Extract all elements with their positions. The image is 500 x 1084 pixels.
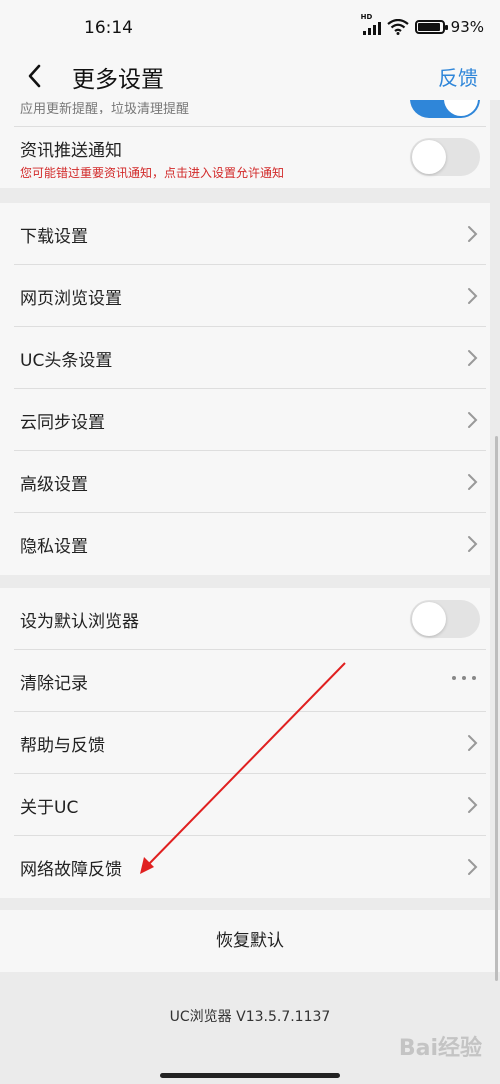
default-browser-row[interactable]: 设为默认浏览器 [14,588,486,650]
uc-headlines-settings-row[interactable]: UC头条设置 [14,327,486,389]
watermark: Bai经验 [398,1036,482,1061]
chevron-left-icon [28,64,41,88]
row-label: 网页浏览设置 [20,289,122,309]
privacy-settings-row[interactable]: 隐私设置 [14,513,486,575]
news-push-warning[interactable]: 您可能错过重要资讯通知，点击进入设置允许通知 [20,164,284,181]
chevron-right-icon [466,471,480,493]
more-dots-icon [452,676,476,680]
row-label: 高级设置 [20,475,88,495]
status-time: 16:14 [84,18,133,38]
chevron-right-icon [466,533,480,555]
download-settings-row[interactable]: 下载设置 [14,203,486,265]
update-reminder-subtext: 应用更新提醒，垃圾清理提醒 [20,102,190,114]
chevron-right-icon [466,732,480,754]
restore-default-button[interactable]: 恢复默认 [0,910,500,972]
chevron-right-icon [466,223,480,245]
row-label: 隐私设置 [20,537,88,557]
battery-percent: 93% [450,18,484,36]
back-button[interactable] [18,58,54,94]
row-label: UC头条设置 [20,351,113,371]
row-label: 清除记录 [20,674,88,694]
status-bar: 16:14 HD 93% [0,0,500,54]
page-title: 更多设置 [72,67,164,93]
update-reminder-toggle[interactable] [410,100,480,118]
chevron-right-icon [466,856,480,878]
help-feedback-row[interactable]: 帮助与反馈 [14,712,486,774]
settings-list[interactable]: 应用更新提醒，垃圾清理提醒 资讯推送通知 您可能错过重要资讯通知，点击进入设置允… [0,100,500,1060]
cloud-sync-settings-row[interactable]: 云同步设置 [14,389,486,451]
row-label: 网络故障反馈 [20,860,122,880]
version-text: UC浏览器 V13.5.7.1137 [169,1009,331,1025]
misc-group: 设为默认浏览器 清除记录 帮助与反馈 关于UC 网络故障反馈 [0,588,490,898]
clear-history-row[interactable]: 清除记录 [14,650,486,712]
scrollbar[interactable] [495,436,498,981]
chevron-right-icon [466,794,480,816]
chevron-right-icon [466,347,480,369]
home-indicator[interactable] [160,1073,340,1078]
advanced-settings-row[interactable]: 高级设置 [14,451,486,513]
news-push-toggle[interactable] [410,138,480,176]
row-label: 云同步设置 [20,413,105,433]
row-label: 设为默认浏览器 [20,612,139,632]
news-push-label: 资讯推送通知 [20,141,122,161]
battery-icon [414,20,448,34]
status-icons: HD 93% [361,13,484,36]
row-label: 关于UC [20,798,79,818]
app-bar: 更多设置 反馈 [0,54,500,100]
about-uc-row[interactable]: 关于UC [14,774,486,836]
notification-card: 应用更新提醒，垃圾清理提醒 资讯推送通知 您可能错过重要资讯通知，点击进入设置允… [0,100,490,188]
feedback-button[interactable]: 反馈 [438,62,478,91]
network-badge: HD [360,13,373,21]
web-browsing-settings-row[interactable]: 网页浏览设置 [14,265,486,327]
network-fault-feedback-row[interactable]: 网络故障反馈 [14,836,486,898]
row-label: 下载设置 [20,227,88,247]
chevron-right-icon [466,285,480,307]
chevron-right-icon [466,409,480,431]
settings-group: 下载设置 网页浏览设置 UC头条设置 云同步设置 高级设置 隐私设置 [0,203,490,575]
default-browser-toggle[interactable] [410,600,480,638]
wifi-icon [386,19,409,35]
row-label: 帮助与反馈 [20,736,105,756]
signal-icon: HD [361,13,381,35]
